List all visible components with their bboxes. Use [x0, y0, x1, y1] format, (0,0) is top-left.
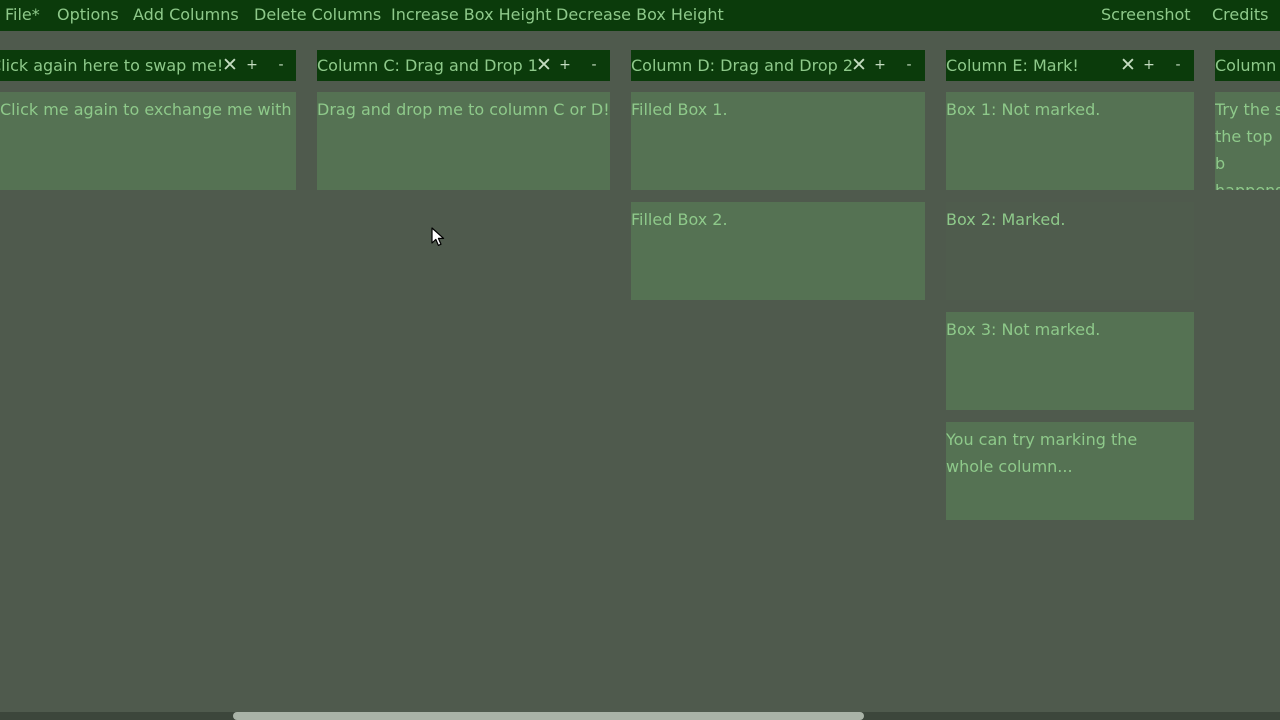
- close-icon[interactable]: ✕: [534, 50, 554, 81]
- column-title[interactable]: Column C: Drag and Drop 1: [317, 50, 538, 81]
- box-text: Click me again to exchange me with: [0, 100, 292, 119]
- menu-bar: File* Options Add Columns Delete Columns…: [0, 0, 1280, 31]
- box-text: Box 1: Not marked.: [946, 100, 1101, 119]
- add-box-button[interactable]: +: [1142, 50, 1156, 81]
- column-header[interactable]: Column D: Drag and Drop 2 ✕ + -: [631, 50, 925, 81]
- box-text: You can try marking the whole column...: [946, 430, 1138, 476]
- column-header[interactable]: Click again here to swap me! ✕ + -: [0, 50, 296, 81]
- close-icon[interactable]: ✕: [849, 50, 869, 81]
- column-box[interactable]: You can try marking the whole column...: [946, 422, 1194, 520]
- box-text: Drag and drop me to column C or D!: [317, 100, 610, 119]
- column-title[interactable]: Column D: Drag and Drop 2: [631, 50, 853, 81]
- mouse-cursor-icon: [431, 227, 445, 246]
- menu-file[interactable]: File*: [5, 0, 40, 31]
- column-box[interactable]: Box 3: Not marked.: [946, 312, 1194, 410]
- column-header[interactable]: Column: [1215, 50, 1280, 81]
- close-icon[interactable]: ✕: [220, 50, 240, 81]
- menu-decrease-box-height[interactable]: Decrease Box Height: [556, 0, 724, 31]
- column-title[interactable]: Click again here to swap me!: [0, 50, 223, 81]
- box-text: Box 2: Marked.: [946, 210, 1066, 229]
- remove-box-button[interactable]: -: [587, 50, 601, 81]
- column-box[interactable]: Drag and drop me to column C or D!: [317, 92, 610, 190]
- box-text: Filled Box 1.: [631, 100, 728, 119]
- add-box-button[interactable]: +: [245, 50, 259, 81]
- box-text: Try the s the top b happens: [1215, 100, 1280, 190]
- column-header[interactable]: Column E: Mark! ✕ + -: [946, 50, 1194, 81]
- column-box[interactable]: Box 1: Not marked.: [946, 92, 1194, 190]
- horizontal-scrollbar-thumb[interactable]: [233, 712, 864, 720]
- column-header[interactable]: Column C: Drag and Drop 1 ✕ + -: [317, 50, 610, 81]
- close-icon[interactable]: ✕: [1118, 50, 1138, 81]
- menu-add-columns[interactable]: Add Columns: [133, 0, 239, 31]
- column-box[interactable]: Filled Box 1.: [631, 92, 925, 190]
- add-box-button[interactable]: +: [873, 50, 887, 81]
- column-box[interactable]: Click me again to exchange me with: [0, 92, 296, 190]
- column-title[interactable]: Column: [1215, 50, 1276, 81]
- menu-options[interactable]: Options: [57, 0, 119, 31]
- menu-credits[interactable]: Credits: [1212, 0, 1268, 31]
- box-text: Filled Box 2.: [631, 210, 728, 229]
- column-title[interactable]: Column E: Mark!: [946, 50, 1079, 81]
- box-text: Box 3: Not marked.: [946, 320, 1101, 339]
- menu-delete-columns[interactable]: Delete Columns: [254, 0, 381, 31]
- remove-box-button[interactable]: -: [902, 50, 916, 81]
- add-box-button[interactable]: +: [558, 50, 572, 81]
- remove-box-button[interactable]: -: [1171, 50, 1185, 81]
- menu-screenshot[interactable]: Screenshot: [1101, 0, 1191, 31]
- column-box-marked[interactable]: Box 2: Marked.: [946, 202, 1194, 300]
- column-box[interactable]: Try the s the top b happens: [1215, 92, 1280, 190]
- column-box[interactable]: Filled Box 2.: [631, 202, 925, 300]
- menu-increase-box-height[interactable]: Increase Box Height: [391, 0, 552, 31]
- remove-box-button[interactable]: -: [274, 50, 288, 81]
